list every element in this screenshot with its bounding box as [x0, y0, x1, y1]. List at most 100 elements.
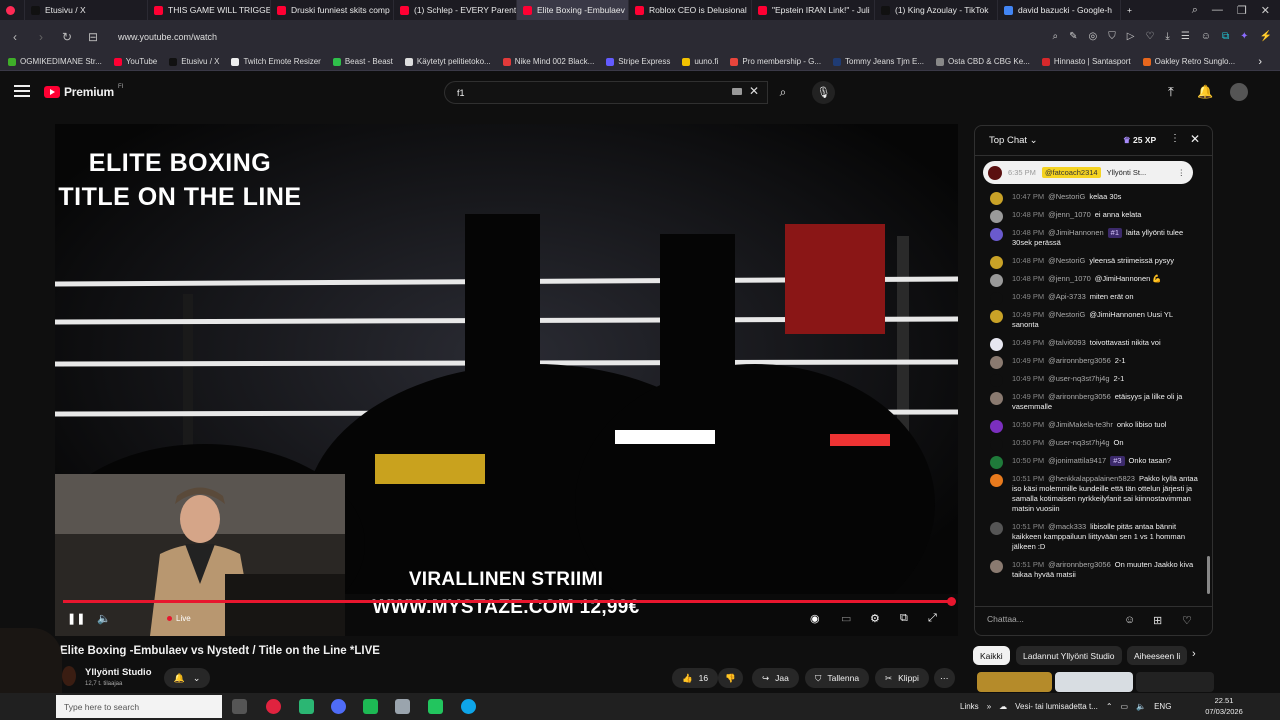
xp-badge[interactable]: ♛ 25 XP [1123, 135, 1156, 146]
bookmark-item[interactable]: Beast - Beast [332, 57, 393, 66]
list-icon[interactable]: ☰ [1181, 31, 1190, 42]
chat-message[interactable]: 10:49 PM @user-nq3st7hj4g 2-1 [975, 374, 1207, 387]
bookmark-item[interactable]: Stripe Express [606, 57, 670, 66]
network-icon[interactable]: ▭ [1121, 702, 1129, 711]
browser-tab[interactable]: david bazucki - Google-h [998, 0, 1121, 20]
bookmark-item[interactable]: Twitch Emote Resizer [231, 57, 321, 66]
chat-message[interactable]: 10:49 PM @arironnberg3056 etäisyys ja lilk… [975, 392, 1207, 412]
chat-author[interactable]: @mack333 [1048, 522, 1086, 531]
progress-scrubber[interactable] [947, 597, 956, 606]
search-icon[interactable]: ⌕ [1053, 31, 1059, 42]
bookmark-item[interactable]: Oakley Retro Sunglo... [1142, 57, 1235, 66]
related-video-thumbnail[interactable] [977, 672, 1052, 692]
chat-message[interactable]: 10:49 PM @NestoriG @JimiHannonen Uusi YL s… [975, 310, 1207, 330]
discord-icon[interactable] [331, 699, 346, 714]
heart-icon[interactable]: ♡ [1182, 614, 1192, 627]
chat-input[interactable]: Chattaa... [987, 614, 1117, 630]
more-actions-button[interactable]: ⋯ [934, 668, 955, 688]
chat-message[interactable]: 10:51 PM @mack333 libisolle pitäs antaa bä… [975, 522, 1207, 552]
chat-author[interactable]: @NestoriG [1048, 310, 1085, 319]
chat-author[interactable]: @jonimattila9417 [1048, 456, 1106, 465]
save-button[interactable]: ⛉ Tallenna [805, 668, 870, 688]
sidebar-icon[interactable]: ⚡ [1260, 31, 1272, 42]
chat-author[interactable]: @NestoriG [1048, 256, 1085, 265]
maximize-icon[interactable]: ❐ [1237, 4, 1247, 17]
forward-icon[interactable]: › [34, 30, 48, 44]
bookmark-item[interactable]: uuno.fi [682, 57, 718, 66]
like-button[interactable]: 👍 16 [672, 668, 719, 688]
bookmark-item[interactable]: Tommy Jeans Tjm E... [833, 57, 924, 66]
upload-icon[interactable]: ⤒ [1168, 84, 1174, 100]
download-icon[interactable]: ⤓ [1165, 31, 1169, 42]
bookmark-item[interactable]: Nike Mind 002 Black... [502, 57, 594, 66]
spotify-icon[interactable] [363, 699, 378, 714]
minimize-icon[interactable]: — [1212, 4, 1223, 17]
taskbar-search-input[interactable]: Type here to search [56, 695, 222, 718]
bookmark-item[interactable]: OGMIKEDIMANE Str... [8, 57, 102, 66]
bookmark-item[interactable]: Käytetyt pelitietoko... [404, 57, 491, 66]
task-view-icon[interactable] [232, 699, 247, 714]
bookmark-item[interactable]: Pro membership - G... [730, 57, 821, 66]
browser-menu-icon[interactable] [0, 0, 25, 20]
weather-notification[interactable]: Vesi- tai lumisadetta t... [1015, 702, 1098, 711]
chat-author[interactable]: @arironnberg3056 [1048, 392, 1111, 401]
app-icon[interactable] [299, 699, 314, 714]
autoplay-toggle[interactable]: ◉ [810, 612, 820, 625]
camera-icon[interactable]: ◎ [1089, 31, 1098, 42]
bookmark-item[interactable]: Osta CBD & CBG Ke... [936, 57, 1030, 66]
game-launcher-icon[interactable] [428, 699, 443, 714]
bookmark-item[interactable]: YouTube [113, 57, 157, 66]
chat-mode-dropdown[interactable]: Top Chat ⌄ [989, 135, 1038, 146]
new-tab-button[interactable]: + [1121, 0, 1141, 20]
site-info-icon[interactable]: ⊟ [86, 30, 100, 44]
notifications-bell-icon[interactable]: 🔔 [1197, 84, 1213, 100]
chat-more-icon[interactable]: ⋮ [1170, 133, 1180, 144]
play-icon[interactable]: ▷ [1127, 31, 1135, 42]
shield-icon[interactable]: ⛉ [1108, 31, 1116, 42]
filter-chip[interactable]: Aiheeseen li [1127, 646, 1188, 665]
folder-icon[interactable] [395, 699, 410, 714]
chat-author[interactable]: @user-nq3st7hj4g [1048, 438, 1109, 447]
youtube-premium-logo[interactable]: Premium FI [44, 84, 123, 99]
url-field[interactable]: www.youtube.com/watch [112, 26, 217, 48]
chat-author[interactable]: @jenn_1070 [1048, 274, 1091, 283]
close-window-icon[interactable]: ✕ [1261, 4, 1270, 17]
search-button[interactable]: ⌕ [768, 81, 798, 104]
dislike-button[interactable]: 👎 [718, 668, 743, 688]
account-avatar[interactable] [1230, 83, 1248, 101]
language-indicator[interactable]: ENG [1154, 702, 1171, 711]
fullscreen-icon[interactable]: ⤢ [928, 612, 937, 625]
browser-tab[interactable]: Roblox CEO is Delusional [629, 0, 752, 20]
chat-author[interactable]: @jenn_1070 [1048, 210, 1091, 219]
chat-message[interactable]: 10:51 PM @henkkalappalainen5823 Pakko kyll… [975, 474, 1207, 514]
gift-icon[interactable]: ⊞ [1153, 614, 1162, 627]
channel-avatar[interactable] [62, 666, 76, 686]
progress-bar[interactable] [63, 600, 953, 603]
bookmark-item[interactable]: Etusivu / X [169, 57, 219, 66]
channel-name[interactable]: Yllyönti Studio [85, 667, 152, 678]
hamburger-menu-icon[interactable] [14, 85, 30, 99]
browser-tab[interactable]: Elite Boxing -Embulaev [517, 0, 629, 20]
bookmark-item[interactable]: Hinnasto | Santasport [1041, 57, 1131, 66]
chat-message[interactable]: 10:50 PM @user-nq3st7hj4g On [975, 438, 1207, 451]
chat-scrollbar[interactable] [1207, 556, 1210, 594]
keyboard-icon[interactable] [732, 88, 742, 95]
settings-gear-icon[interactable]: ⚙ [870, 612, 880, 625]
chat-message[interactable]: 10:49 PM @arironnberg3056 2-1 [975, 356, 1207, 369]
miniplayer-icon[interactable]: ⧉ [900, 612, 908, 625]
pinned-more-icon[interactable]: ⋮ [1178, 168, 1186, 177]
pause-icon[interactable]: ❚❚ [67, 612, 85, 625]
taskbar-clock[interactable]: 22.51 07/03/2026 [1200, 695, 1248, 717]
browser-tab[interactable]: THIS GAME WILL TRIGGER [148, 0, 271, 20]
chat-message[interactable]: 10:48 PM @NestoriG yleensä striimeissä pys… [975, 256, 1207, 269]
chat-message[interactable]: 10:48 PM @jenn_1070 @JimiHannonen 💪 [975, 274, 1207, 287]
extension-icon[interactable]: ⧉ [1222, 31, 1229, 42]
edge-browser-icon[interactable] [461, 699, 476, 714]
microphone-icon[interactable]: 🎙 [812, 81, 835, 104]
volume-icon[interactable]: 🔈 [97, 612, 111, 625]
chevron-right-icon[interactable]: » [987, 702, 991, 711]
links-toolbar[interactable]: Links [960, 702, 979, 711]
chat-author[interactable]: @user-nq3st7hj4g [1048, 374, 1109, 383]
related-video-thumbnail[interactable] [1136, 672, 1214, 692]
browser-tab[interactable]: "Epstein IRAN Link!" - Juli [752, 0, 875, 20]
